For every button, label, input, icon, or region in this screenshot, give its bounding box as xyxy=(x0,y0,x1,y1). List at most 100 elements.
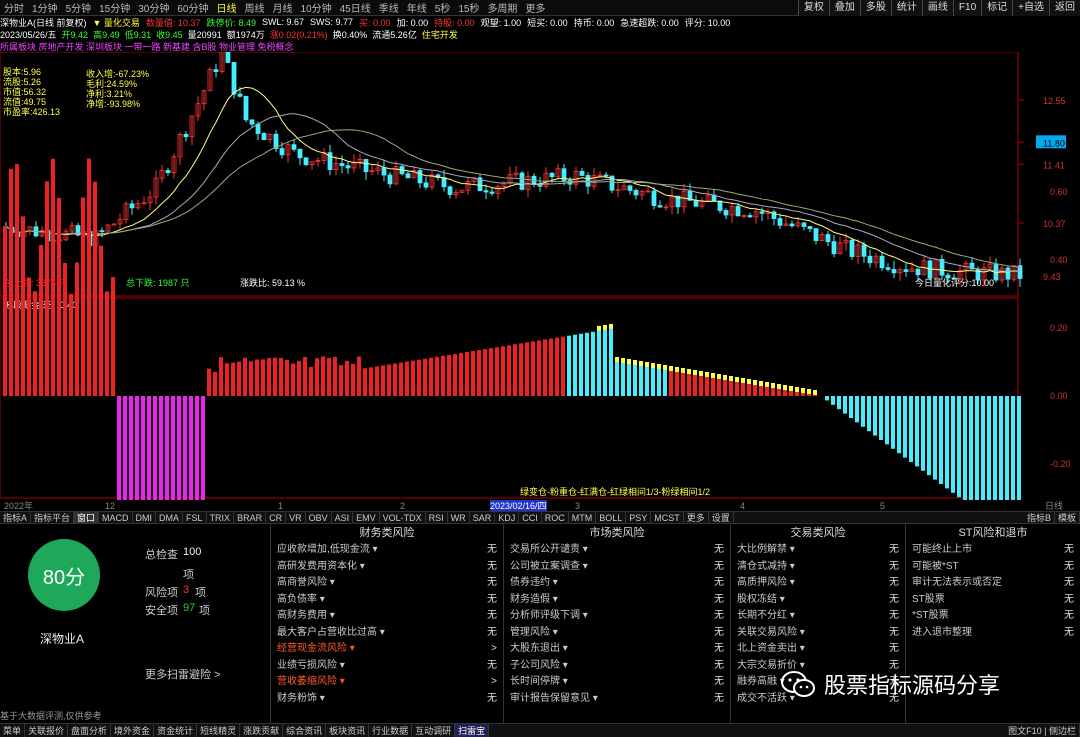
risk-row[interactable]: 进入退市整理 无 xyxy=(906,625,1080,642)
risk-row[interactable]: 大比例解禁 ▾ 无 xyxy=(731,542,905,559)
toolbar-button[interactable]: 复权 xyxy=(797,0,829,16)
indicator-tab[interactable]: DMA xyxy=(156,512,184,523)
toolbar-button[interactable]: 画线 xyxy=(921,0,953,16)
risk-row[interactable]: 北上资金卖出 ▾ 无 xyxy=(731,641,905,658)
risk-row[interactable]: 高财务费用 ▾ 无 xyxy=(271,608,503,625)
period-tab[interactable]: 分时 xyxy=(0,0,28,15)
toolbar-button[interactable]: F10 xyxy=(952,0,982,16)
risk-row[interactable]: 高质押风险 ▾ 无 xyxy=(731,575,905,592)
risk-row[interactable]: 长期不分红 ▾ 无 xyxy=(731,608,905,625)
indicator-tab[interactable]: 模板 xyxy=(1055,512,1080,523)
risk-row[interactable]: 营收萎缩风险 ▾ > xyxy=(271,674,503,691)
bottom-tab[interactable]: 境外资金 xyxy=(111,724,155,737)
risk-row[interactable]: 公司被立案调查 ▾ 无 xyxy=(504,559,730,576)
indicator-tab[interactable]: VR xyxy=(286,512,306,523)
indicator-tab[interactable]: ASI xyxy=(332,512,354,523)
toolbar-button[interactable]: 多股 xyxy=(859,0,891,16)
risk-row[interactable]: 股权冻结 ▾ 无 xyxy=(731,592,905,609)
indicator-tab[interactable]: RSI xyxy=(426,512,448,523)
risk-row[interactable]: 债券违约 ▾ 无 xyxy=(504,575,730,592)
bottom-tab[interactable]: 短线精灵 xyxy=(197,724,241,737)
toolbar-button[interactable]: 叠加 xyxy=(828,0,860,16)
risk-row[interactable]: 高负债率 ▾ 无 xyxy=(271,592,503,609)
indicator-tab[interactable]: BRAR xyxy=(234,512,267,523)
risk-row[interactable]: 大股东退出 ▾ 无 xyxy=(504,641,730,658)
indicator-tab[interactable]: 指标B xyxy=(1024,512,1055,523)
indicator-tab[interactable]: WR xyxy=(448,512,470,523)
period-tab[interactable]: 30分钟 xyxy=(134,0,173,15)
indicator-tab[interactable]: PSY xyxy=(626,512,652,523)
indicator-tab[interactable]: TRIX xyxy=(207,512,235,523)
risk-row[interactable]: 子公司风险 ▾ 无 xyxy=(504,658,730,675)
bottom-tab[interactable]: 盘面分析 xyxy=(68,724,112,737)
indicator-tab[interactable]: EMV xyxy=(353,512,380,523)
period-tab[interactable]: 日线 xyxy=(213,0,241,15)
indicator-tab[interactable]: OBV xyxy=(306,512,332,523)
period-tab[interactable]: 季线 xyxy=(375,0,403,15)
indicator-tab[interactable]: 设置 xyxy=(709,512,734,523)
period-tab[interactable]: 15秒 xyxy=(454,0,483,15)
period-tab[interactable]: 月线 xyxy=(269,0,297,15)
risk-row[interactable]: 高商誉风险 ▾ 无 xyxy=(271,575,503,592)
toolbar-button[interactable]: 标记 xyxy=(981,0,1013,16)
period-tab[interactable]: 多周期 xyxy=(483,0,521,15)
indicator-tab[interactable]: 指标A xyxy=(0,512,32,523)
price-chart[interactable]: 12.55 11.80 11.41 10.37 9.43 股本:5.96流股:5.26市值… xyxy=(0,52,1080,500)
risk-row[interactable]: 关联交易风险 ▾ 无 xyxy=(731,625,905,642)
period-tab[interactable]: 更多 xyxy=(521,0,549,15)
indicator-tab[interactable]: MCST xyxy=(651,512,684,523)
risk-row[interactable]: 财务粉饰 ▾ 无 xyxy=(271,691,503,708)
risk-row[interactable]: 高研发费用资本化 ▾ 无 xyxy=(271,559,503,576)
indicator-tab[interactable]: KDJ xyxy=(495,512,520,523)
risk-row[interactable]: 最大客户占营收比过高 ▾ 无 xyxy=(271,625,503,642)
risk-row[interactable]: 管理风险 ▾ 无 xyxy=(504,625,730,642)
risk-row[interactable]: 交易所公开谴责 ▾ 无 xyxy=(504,542,730,559)
bottom-tab[interactable]: 关联报价 xyxy=(25,724,69,737)
bottom-tab[interactable]: 菜单 xyxy=(0,724,26,737)
risk-row[interactable]: 审计报告保留意见 ▾ 无 xyxy=(504,691,730,708)
sector-blocks[interactable]: 所属板块 房地产开发 深圳板块 一带一路 新基建 含B股 物业管理 免税概念 xyxy=(0,40,294,52)
risk-row[interactable]: 清仓式减持 ▾ 无 xyxy=(731,559,905,576)
indicator-tab[interactable]: FSL xyxy=(183,512,207,523)
bottom-tab[interactable]: 扫雷宝 xyxy=(455,724,490,737)
indicator-tab[interactable]: VOL-TDX xyxy=(380,512,426,523)
toolbar-button[interactable]: 统计 xyxy=(890,0,922,16)
indicator-tab[interactable]: CR xyxy=(266,512,287,523)
risk-row[interactable]: 长时间停牌 ▾ 无 xyxy=(504,674,730,691)
indicator-tab[interactable]: SAR xyxy=(470,512,496,523)
toolbar-button[interactable]: +自选 xyxy=(1012,0,1049,16)
period-tab[interactable]: 5分钟 xyxy=(62,0,96,15)
indicator-tab[interactable]: ROC xyxy=(542,512,569,523)
risk-row[interactable]: ST股票 无 xyxy=(906,592,1080,609)
bottom-tab[interactable]: 综合资讯 xyxy=(283,724,327,737)
risk-row[interactable]: 审计无法表示或否定 无 xyxy=(906,575,1080,592)
bottom-right-links[interactable]: 图文F10 | 侧边栏 xyxy=(1005,724,1080,737)
period-tab[interactable]: 年线 xyxy=(403,0,431,15)
indicator-tab[interactable]: 指标平台 xyxy=(31,512,75,523)
indicator-tab[interactable]: BOLL xyxy=(596,512,627,523)
bottom-tab[interactable]: 涨跌贡献 xyxy=(240,724,284,737)
period-tab[interactable]: 周线 xyxy=(241,0,269,15)
risk-row[interactable]: 业绩亏损风险 ▾ 无 xyxy=(271,658,503,675)
risk-row[interactable]: 可能终止上市 无 xyxy=(906,542,1080,559)
period-tab[interactable]: 10分钟 xyxy=(297,0,336,15)
period-tab[interactable]: 45日线 xyxy=(336,0,375,15)
bottom-tab[interactable]: 互动调研 xyxy=(412,724,456,737)
indicator-tab[interactable]: CCI xyxy=(519,512,542,523)
indicator-tab[interactable]: DMI xyxy=(133,512,157,523)
bottom-tab[interactable]: 资金统计 xyxy=(154,724,198,737)
risk-row[interactable]: 可能被*ST 无 xyxy=(906,559,1080,576)
period-tab[interactable]: 15分钟 xyxy=(95,0,134,15)
risk-row[interactable]: 经营现金流风险 ▾ > xyxy=(271,641,503,658)
risk-row[interactable]: *ST股票 无 xyxy=(906,608,1080,625)
period-tab[interactable]: 5秒 xyxy=(431,0,455,15)
period-tab[interactable]: 1分钟 xyxy=(28,0,62,15)
indicator-tab[interactable]: MTM xyxy=(569,512,597,523)
risk-row[interactable]: 财务造假 ▾ 无 xyxy=(504,592,730,609)
bottom-tab[interactable]: 行业数据 xyxy=(369,724,413,737)
bottom-tab[interactable]: 板块资讯 xyxy=(326,724,370,737)
more-scan-link[interactable]: 更多扫雷避险 > xyxy=(145,666,220,682)
indicator-tab[interactable]: 窗口 xyxy=(74,512,100,523)
period-tab[interactable]: 60分钟 xyxy=(173,0,212,15)
risk-row[interactable]: 应收款增加,低现金流 ▾ 无 xyxy=(271,542,503,559)
